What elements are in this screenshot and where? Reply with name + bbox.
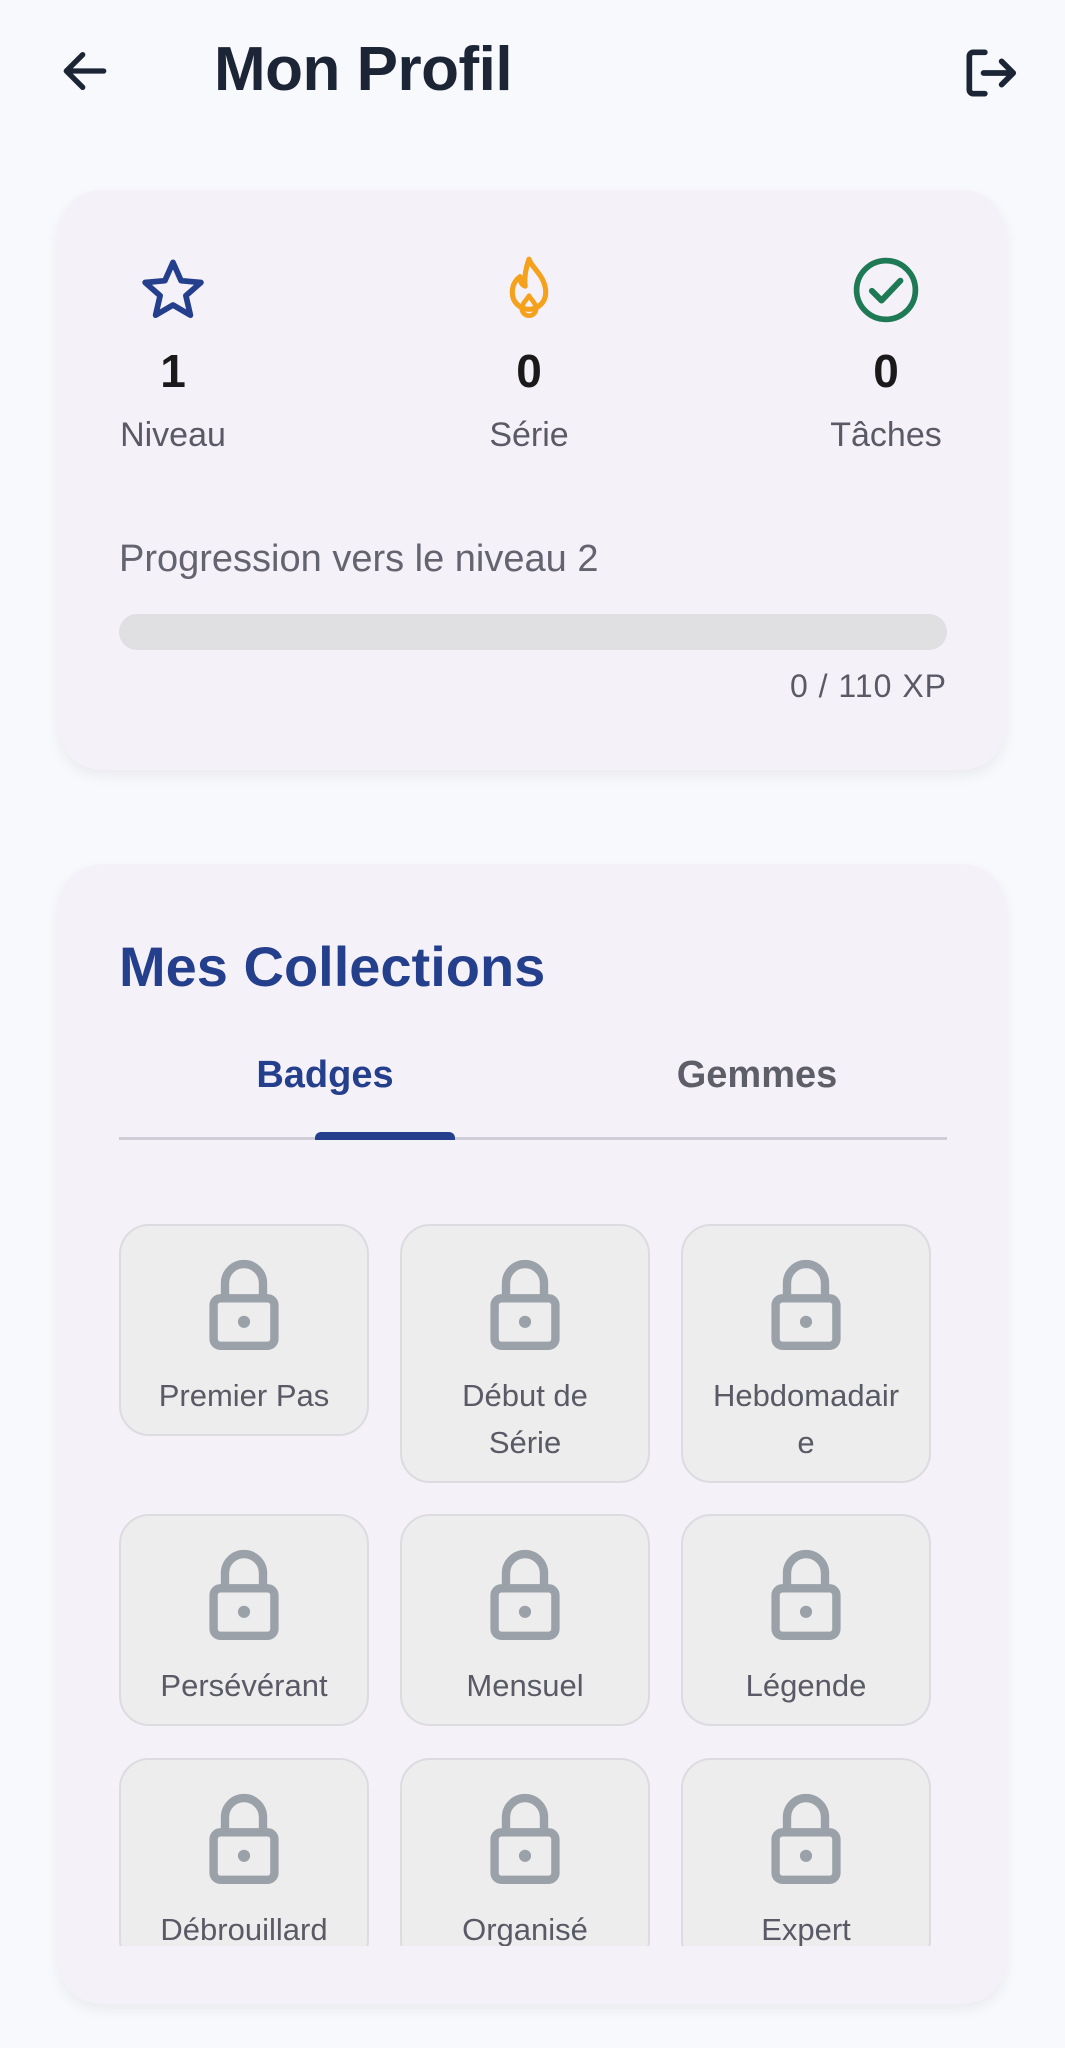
collections-tabs: Badges Gemmes bbox=[119, 1054, 947, 1140]
flame-icon bbox=[509, 256, 549, 319]
badge-card[interactable]: Début de Série bbox=[400, 1224, 650, 1483]
xp-text: 0 / 110 XP bbox=[789, 668, 947, 704]
level-value: 1 bbox=[160, 345, 186, 397]
logout-button[interactable] bbox=[955, 38, 1025, 108]
badge-name: Expert bbox=[761, 1912, 851, 1946]
tab-gems[interactable]: Gemmes bbox=[667, 1054, 847, 1097]
xp-progress-bar bbox=[119, 614, 947, 650]
tab-badges[interactable]: Badges bbox=[255, 1054, 395, 1097]
collections-title: Mes Collections bbox=[119, 935, 546, 998]
logout-icon bbox=[966, 49, 1017, 97]
badge-name: Persévérant bbox=[160, 1668, 328, 1703]
lock-icon bbox=[771, 1794, 841, 1884]
badge-card[interactable]: Hebdomadaire bbox=[681, 1224, 931, 1483]
level-label: Niveau bbox=[120, 416, 226, 454]
badge-name: Organisé bbox=[462, 1912, 588, 1946]
badge-card[interactable]: Persévérant bbox=[119, 1514, 369, 1726]
lock-icon bbox=[490, 1260, 560, 1350]
badge-name: Premier Pas bbox=[158, 1378, 330, 1413]
active-tab-indicator bbox=[315, 1132, 455, 1140]
back-button[interactable] bbox=[50, 36, 120, 106]
badge-card[interactable]: Légende bbox=[681, 1514, 931, 1726]
star-icon bbox=[142, 259, 204, 319]
streak-label: Série bbox=[489, 416, 569, 454]
lock-icon bbox=[209, 1260, 279, 1350]
stat-streak: 0 Série bbox=[429, 250, 629, 455]
collections-card: Mes Collections Badges Gemmes Premier Pa… bbox=[58, 864, 1006, 2004]
badge-card[interactable]: Mensuel bbox=[400, 1514, 650, 1726]
badge-name: Début de Série bbox=[462, 1378, 588, 1460]
stat-level: 1 Niveau bbox=[73, 250, 273, 455]
badge-name: Débrouillard bbox=[160, 1912, 328, 1946]
page-title: Mon Profil bbox=[214, 35, 513, 104]
lock-icon bbox=[209, 1550, 279, 1640]
progress-label: Progression vers le niveau 2 bbox=[119, 538, 599, 580]
badge-name: Hebdomadaire bbox=[712, 1378, 900, 1460]
badge-name: Légende bbox=[745, 1668, 867, 1703]
streak-value: 0 bbox=[516, 345, 542, 397]
stats-card: 1 Niveau 0 Série 0 Tâches Progression ve… bbox=[58, 190, 1006, 770]
badge-card[interactable]: Premier Pas bbox=[119, 1224, 369, 1436]
arrow-left-icon bbox=[63, 51, 107, 91]
app-header: Mon Profil bbox=[0, 0, 1065, 140]
badge-card[interactable]: Expert bbox=[681, 1758, 931, 1946]
lock-icon bbox=[490, 1550, 560, 1640]
badges-grid: Premier Pas Début de Série Hebdomadaire … bbox=[119, 1224, 947, 1946]
tasks-value: 0 bbox=[873, 345, 899, 397]
lock-icon bbox=[771, 1260, 841, 1350]
lock-icon bbox=[771, 1550, 841, 1640]
check-circle-icon bbox=[853, 257, 919, 323]
badge-name: Mensuel bbox=[466, 1668, 584, 1703]
lock-icon bbox=[490, 1794, 560, 1884]
tasks-label: Tâches bbox=[830, 416, 942, 454]
badge-card[interactable]: Débrouillard bbox=[119, 1758, 369, 1946]
badge-card[interactable]: Organisé bbox=[400, 1758, 650, 1946]
lock-icon bbox=[209, 1794, 279, 1884]
stat-tasks: 0 Tâches bbox=[786, 250, 986, 455]
